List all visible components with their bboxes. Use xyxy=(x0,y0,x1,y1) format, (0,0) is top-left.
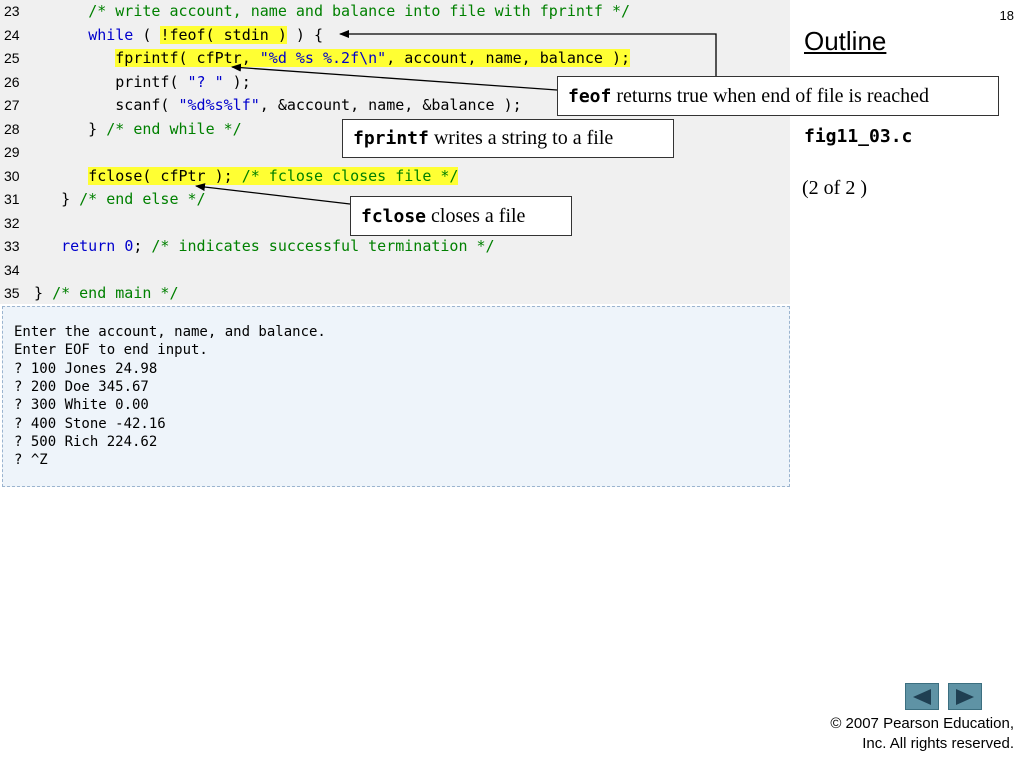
code-token: /* indicates successful termination */ xyxy=(151,237,495,255)
line-number: 27 xyxy=(4,97,20,113)
output-line: Enter the account, name, and balance. xyxy=(14,324,326,340)
code-text: fprintf( cfPtr, "%d %s %.2f\n", account,… xyxy=(34,47,631,71)
code-text: fclose( cfPtr ); /* fclose closes file *… xyxy=(34,165,459,189)
line-number: 31 xyxy=(4,191,20,207)
feof-callout-code: feof xyxy=(568,85,612,107)
code-token: ); xyxy=(223,72,251,91)
line-number: 24 xyxy=(4,26,20,43)
code-text: } /* end main */ xyxy=(34,282,179,306)
code-token: "? " xyxy=(187,72,224,91)
fprintf-callout-text: writes a string to a file xyxy=(428,127,614,149)
line-number: 34 xyxy=(4,261,20,278)
code-token: 0 xyxy=(124,237,134,255)
fclose-callout-code: fclose xyxy=(361,205,427,227)
code-token: /* end while */ xyxy=(106,119,242,138)
code-token: } xyxy=(34,190,80,208)
previous-slide-button[interactable] xyxy=(905,683,939,710)
code-text: /* write account, name and balance into … xyxy=(34,0,630,24)
fclose-callout-text: closes a file xyxy=(426,204,526,227)
code-token: } xyxy=(34,284,53,302)
code-line: 30 fclose( cfPtr ); /* fclose closes fil… xyxy=(0,165,790,189)
code-line: 25 fprintf( cfPtr, "%d %s %.2f\n", accou… xyxy=(0,47,790,71)
code-token: /* end else */ xyxy=(79,190,206,208)
code-token: printf( xyxy=(34,72,188,91)
line-number: 29 xyxy=(4,144,20,160)
code-token: /* end main */ xyxy=(52,284,179,302)
code-text: } /* end while */ xyxy=(34,118,242,142)
code-token: return xyxy=(61,237,116,255)
copyright-notice: © 2007 Pearson Education, Inc. All right… xyxy=(830,714,1014,754)
fclose-callout: fclose closes a file xyxy=(350,196,572,236)
code-token: ) { xyxy=(286,25,323,44)
code-text: scanf( "%d%s%lf", &account, name, &balan… xyxy=(34,94,522,118)
line-number: 33 xyxy=(4,238,20,254)
code-token: "%d%s%lf" xyxy=(178,96,260,114)
code-line: 35} /* end main */ xyxy=(0,282,790,306)
code-text: } /* end else */ xyxy=(34,188,206,212)
code-token: ; xyxy=(133,237,152,255)
slide-number: 18 xyxy=(999,8,1014,23)
code-text: printf( "? " ); xyxy=(34,71,251,95)
code-token: } xyxy=(34,119,107,138)
line-number: 35 xyxy=(4,285,20,301)
code-token: fclose( cfPtr ); xyxy=(88,166,242,185)
code-token: /* write account, name and balance into … xyxy=(88,2,631,20)
code-token: fprintf( cfPtr, xyxy=(115,49,260,67)
fprintf-callout: fprintf writes a string to a file xyxy=(342,119,674,158)
code-token: scanf( xyxy=(34,96,179,114)
left-triangle-icon xyxy=(913,688,931,705)
outline-link[interactable]: Outline xyxy=(804,26,886,57)
fprintf-callout-code: fprintf xyxy=(353,128,429,149)
file-name: fig11_03.c xyxy=(804,126,913,147)
feof-callout: feof returns true when end of file is re… xyxy=(557,76,999,116)
copyright-line-2: Inc. All rights reserved. xyxy=(862,735,1014,752)
program-output: Enter the account, name, and balance. Ent… xyxy=(2,306,790,487)
code-token: , account, name, balance ); xyxy=(386,49,631,67)
code-line: 34 xyxy=(0,259,790,283)
feof-callout-text: returns true when end of file is reached xyxy=(611,84,930,107)
output-line: ? ^Z xyxy=(14,452,48,469)
line-number: 26 xyxy=(4,73,20,90)
code-text: return 0; /* indicates successful termin… xyxy=(34,235,495,259)
code-token: "%d %s %.2f\n" xyxy=(259,49,387,67)
line-number: 32 xyxy=(4,214,20,231)
line-number: 25 xyxy=(4,50,20,66)
code-token: /* fclose closes file */ xyxy=(241,166,459,185)
right-triangle-icon xyxy=(956,688,974,705)
code-line: 33 return 0; /* indicates successful ter… xyxy=(0,235,790,259)
output-line: Enter EOF to end input. xyxy=(14,342,208,359)
code-text: while ( !feof( stdin ) ) { xyxy=(34,24,323,48)
output-line: ? 200 Doe 345.67 xyxy=(14,378,149,395)
line-number: 23 xyxy=(4,3,20,19)
code-line: 24 while ( !feof( stdin ) ) { xyxy=(0,24,790,48)
copyright-line-1: © 2007 Pearson Education, xyxy=(830,715,1014,732)
output-line: ? 500 Rich 224.62 xyxy=(14,433,158,450)
next-slide-button[interactable] xyxy=(948,683,982,710)
line-number: 28 xyxy=(4,120,20,137)
output-line: ? 300 White 0.00 xyxy=(14,397,149,414)
code-token: , &account, name, &balance ); xyxy=(259,96,522,114)
output-line: ? 400 Stone -42.16 xyxy=(14,415,166,432)
code-line: 23 /* write account, name and balance in… xyxy=(0,0,790,24)
code-token: ( xyxy=(133,25,161,44)
line-number: 30 xyxy=(4,167,20,184)
page-indicator: (2 of 2 ) xyxy=(802,177,867,199)
output-line: ? 100 Jones 24.98 xyxy=(14,360,158,377)
code-token: while xyxy=(88,25,134,44)
code-token: !feof( stdin ) xyxy=(160,25,287,44)
